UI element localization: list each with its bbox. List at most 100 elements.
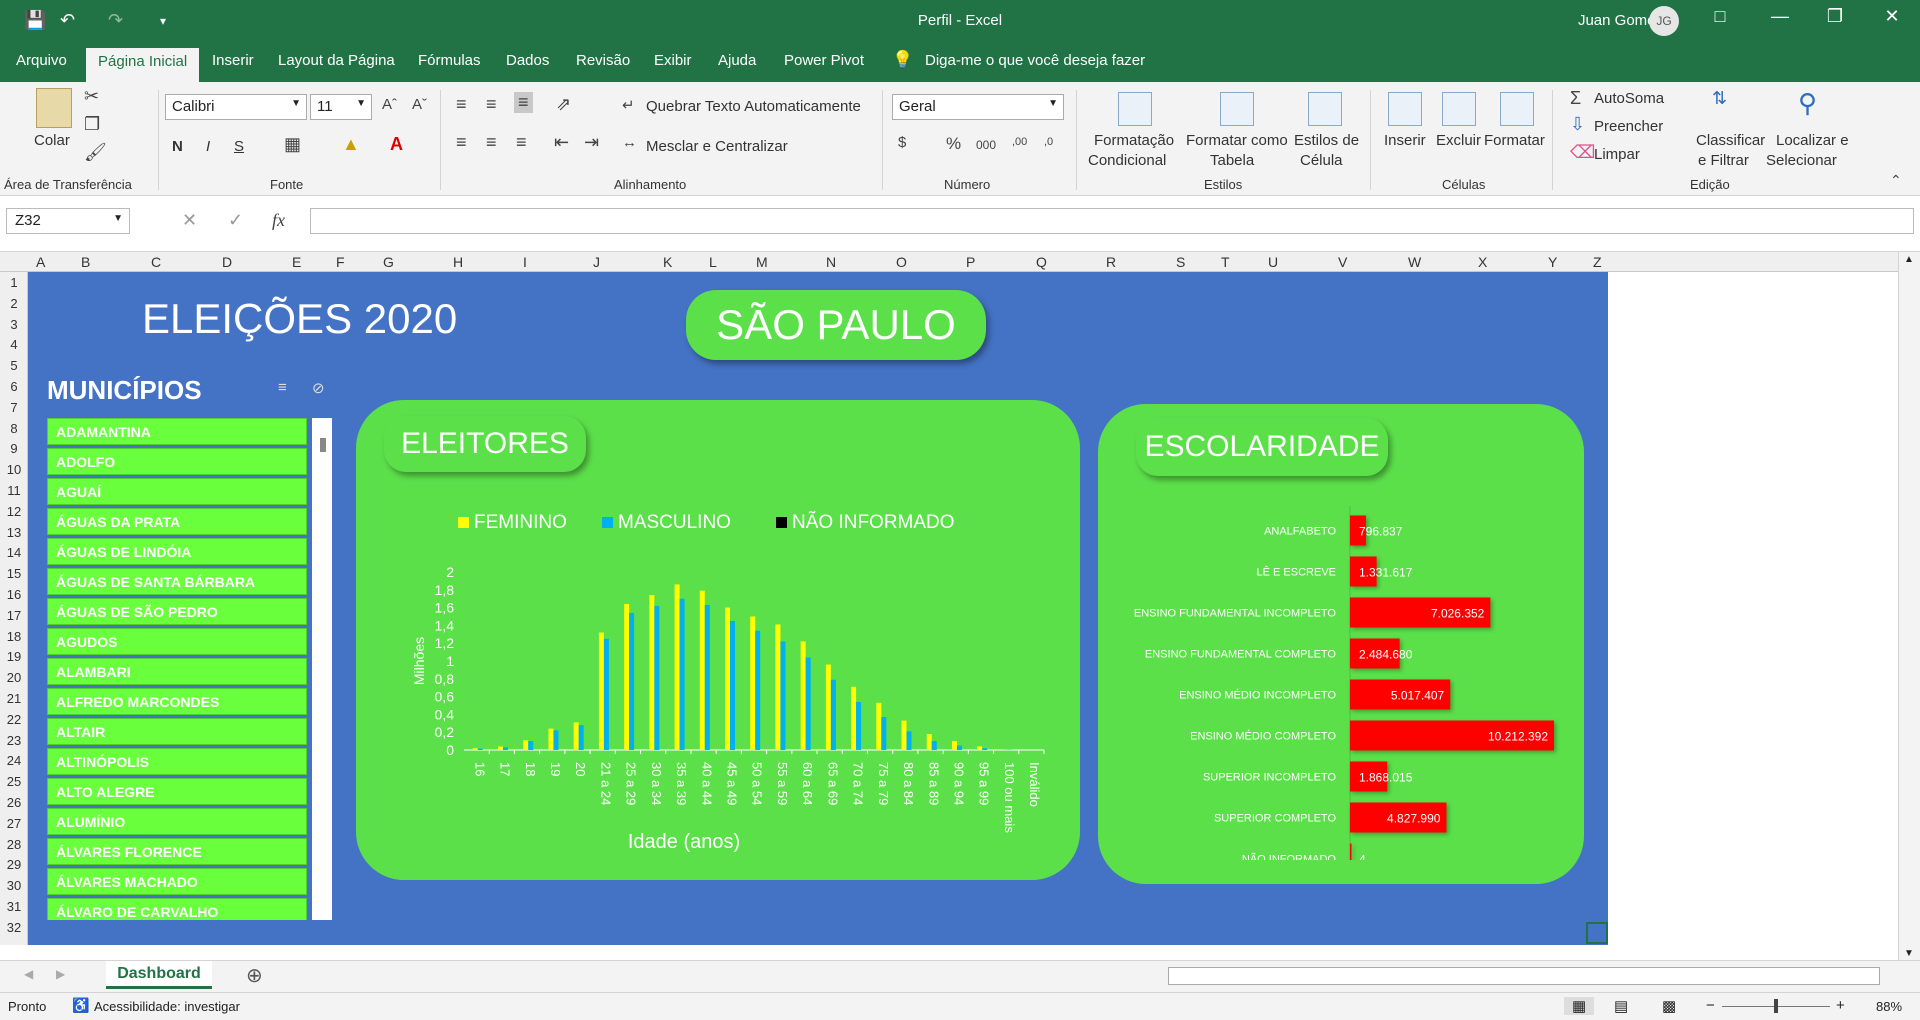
row-header-8[interactable]: 8 [0, 421, 28, 436]
row-header-23[interactable]: 23 [0, 733, 28, 748]
row-header-21[interactable]: 21 [0, 691, 28, 706]
collapse-ribbon-icon[interactable]: ⌃ [1890, 172, 1902, 189]
multiselect-icon[interactable]: ≡ [278, 379, 287, 396]
page-layout-view-icon[interactable]: ▤ [1614, 997, 1628, 1015]
row-header-7[interactable]: 7 [0, 400, 28, 415]
accounting-format-icon[interactable]: $ [898, 134, 906, 151]
orientation-icon[interactable]: ⇗ [556, 94, 571, 115]
clear-filter-icon[interactable]: ⊘ [312, 379, 325, 397]
scroll-up-icon[interactable]: ▲ [1904, 254, 1914, 265]
column-header-U[interactable]: U [1268, 254, 1278, 270]
find-select-line1[interactable]: Localizar e [1776, 132, 1849, 149]
tab-pagina-inicial[interactable]: Página Inicial [86, 48, 200, 82]
row-header-4[interactable]: 4 [0, 337, 28, 352]
minimize-icon[interactable]: — [1760, 6, 1800, 27]
column-header-J[interactable]: J [593, 254, 600, 270]
column-header-L[interactable]: L [709, 254, 717, 270]
zoom-in-icon[interactable]: + [1836, 997, 1845, 1014]
delete-cells-button[interactable]: Excluir [1436, 132, 1481, 149]
row-header-5[interactable]: 5 [0, 358, 28, 373]
row-header-18[interactable]: 18 [0, 629, 28, 644]
row-header-26[interactable]: 26 [0, 795, 28, 810]
align-left-icon[interactable]: ≡ [456, 132, 467, 153]
format-as-table-icon[interactable] [1220, 92, 1254, 126]
close-icon[interactable]: ✕ [1872, 6, 1912, 27]
tab-ajuda[interactable]: Ajuda [718, 52, 756, 69]
column-header-T[interactable]: T [1221, 254, 1230, 270]
column-header-O[interactable]: O [896, 254, 907, 270]
delete-cells-icon[interactable] [1442, 92, 1476, 126]
cut-icon[interactable]: ✂ [84, 86, 99, 107]
row-header-27[interactable]: 27 [0, 816, 28, 831]
find-select-icon[interactable]: ⚲ [1798, 88, 1817, 119]
column-header-C[interactable]: C [151, 254, 161, 270]
slicer-item[interactable]: ÁGUAS DE SÃO PEDRO [47, 598, 307, 625]
avatar[interactable]: JG [1649, 6, 1679, 36]
column-header-Y[interactable]: Y [1548, 254, 1557, 270]
row-header-20[interactable]: 20 [0, 670, 28, 685]
italic-button[interactable]: I [206, 138, 210, 155]
normal-view-icon[interactable]: ▦ [1564, 997, 1595, 1015]
tab-revisao[interactable]: Revisão [576, 52, 630, 69]
zoom-slider-thumb[interactable] [1774, 999, 1778, 1013]
column-header-R[interactable]: R [1106, 254, 1116, 270]
number-format-select[interactable]: Geral ▼ [892, 94, 1064, 120]
clear-button[interactable]: Limpar [1594, 146, 1640, 163]
format-painter-icon[interactable]: 🖌 [84, 142, 107, 163]
row-header-12[interactable]: 12 [0, 504, 28, 519]
column-header-F[interactable]: F [336, 254, 345, 270]
conditional-formatting-icon[interactable] [1118, 92, 1152, 126]
row-header-10[interactable]: 10 [0, 462, 28, 477]
zoom-out-icon[interactable]: − [1706, 997, 1715, 1014]
column-header-V[interactable]: V [1338, 254, 1347, 270]
slicer-item[interactable]: ÁLVARES MACHADO [47, 868, 307, 895]
autosum-button[interactable]: AutoSoma [1594, 90, 1664, 107]
format-as-table-line2[interactable]: Tabela [1210, 152, 1254, 169]
slicer-item[interactable]: ALTO ALEGRE [47, 778, 307, 805]
conditional-formatting-line2[interactable]: Condicional [1088, 152, 1166, 169]
sort-filter-line2[interactable]: e Filtrar [1698, 152, 1749, 169]
column-header-S[interactable]: S [1176, 254, 1185, 270]
row-header-6[interactable]: 6 [0, 379, 28, 394]
slicer-item[interactable]: ADOLFO [47, 448, 307, 475]
font-name-select[interactable]: Calibri ▼ [165, 94, 307, 120]
formula-input[interactable] [310, 208, 1914, 234]
format-cells-button[interactable]: Formatar [1484, 132, 1545, 149]
sort-filter-line1[interactable]: Classificar [1696, 132, 1765, 149]
row-header-22[interactable]: 22 [0, 712, 28, 727]
row-header-29[interactable]: 29 [0, 857, 28, 872]
column-header-K[interactable]: K [663, 254, 672, 270]
fill-color-icon[interactable]: ▲ [342, 134, 360, 155]
slicer-item[interactable]: ALTAIR [47, 718, 307, 745]
column-header-X[interactable]: X [1478, 254, 1487, 270]
clear-icon[interactable]: ⌫ [1570, 142, 1595, 163]
restore-icon[interactable]: ❐ [1815, 6, 1855, 27]
font-color-icon[interactable]: A [390, 134, 403, 155]
grow-font-icon[interactable]: Aˆ [382, 96, 397, 113]
fill-button[interactable]: Preencher [1594, 118, 1663, 135]
row-header-15[interactable]: 15 [0, 566, 28, 581]
zoom-level[interactable]: 88% [1876, 999, 1902, 1014]
sheet-tab-dashboard[interactable]: Dashboard [106, 961, 212, 989]
column-header-I[interactable]: I [523, 254, 527, 270]
decrease-decimal-icon[interactable]: ,0 [1044, 136, 1053, 148]
slicer-scrollbar[interactable] [312, 418, 332, 920]
tab-dados[interactable]: Dados [506, 52, 549, 69]
percent-icon[interactable]: % [946, 134, 961, 154]
font-size-select[interactable]: 11 ▼ [310, 94, 372, 120]
slicer-item[interactable]: AGUDOS [47, 628, 307, 655]
autosum-icon[interactable]: Σ [1570, 88, 1581, 109]
column-header-N[interactable]: N [826, 254, 836, 270]
tell-me-search[interactable]: Diga-me o que você deseja fazer [925, 52, 1145, 69]
row-header-24[interactable]: 24 [0, 753, 28, 768]
align-right-icon[interactable]: ≡ [516, 132, 527, 153]
column-header-Q[interactable]: Q [1036, 254, 1047, 270]
bold-button[interactable]: N [172, 138, 183, 155]
insert-cells-icon[interactable] [1388, 92, 1422, 126]
fill-icon[interactable]: ⇩ [1570, 114, 1585, 135]
slicer-item[interactable]: ÁGUAS DE LINDÓIA [47, 538, 307, 565]
row-header-9[interactable]: 9 [0, 441, 28, 456]
column-header-G[interactable]: G [383, 254, 394, 270]
shrink-font-icon[interactable]: Aˇ [412, 96, 427, 113]
borders-icon[interactable]: ▦ [284, 134, 301, 155]
